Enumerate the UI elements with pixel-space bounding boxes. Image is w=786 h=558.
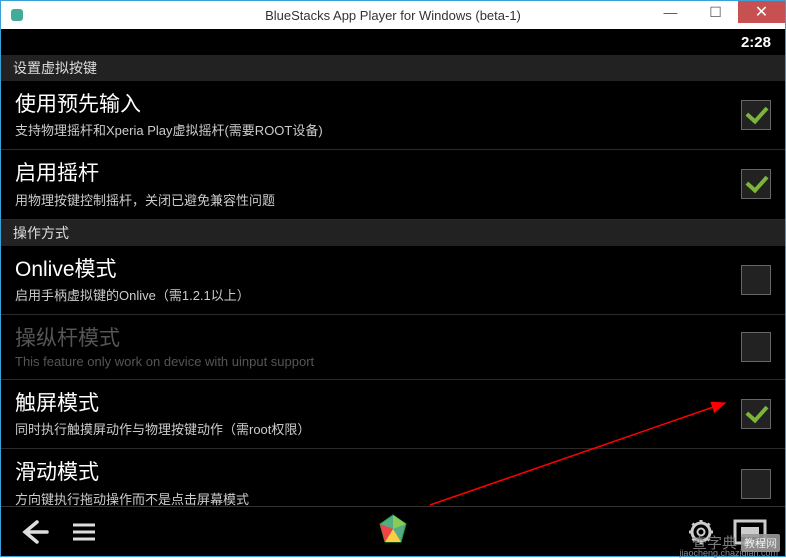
home-icon[interactable] bbox=[376, 512, 410, 551]
setting-onlive-mode[interactable]: Onlive模式 启用手柄虚拟键的Onlive（需1.2.1以上） bbox=[1, 246, 785, 315]
checkbox-priority-input[interactable] bbox=[741, 100, 771, 130]
setting-priority-input[interactable]: 使用预先输入 支持物理摇杆和Xperia Play虚拟摇杆(需要ROOT设备) bbox=[1, 81, 785, 150]
window-title: BlueStacks App Player for Windows (beta-… bbox=[265, 8, 521, 23]
app-icon bbox=[9, 7, 25, 23]
setting-title: Onlive模式 bbox=[15, 256, 741, 283]
setting-joystick-mode: 操纵杆模式 This feature only work on device w… bbox=[1, 315, 785, 380]
setting-desc: 方向键执行拖动操作而不是点击屏幕模式 bbox=[15, 489, 741, 508]
setting-desc: This feature only work on device with ui… bbox=[15, 354, 741, 369]
setting-title: 滑动模式 bbox=[15, 459, 741, 486]
setting-desc: 同时执行触摸屏动作与物理按键动作（需root权限） bbox=[15, 419, 741, 438]
setting-desc: 支持物理摇杆和Xperia Play虚拟摇杆(需要ROOT设备) bbox=[15, 120, 741, 139]
setting-desc: 用物理按键控制摇杆，关闭已避免兼容性问题 bbox=[15, 190, 741, 209]
watermark-text: 查字典 bbox=[692, 532, 737, 553]
checkbox-touch-mode[interactable] bbox=[741, 399, 771, 429]
watermark: 查字典 教程网 bbox=[692, 532, 780, 553]
setting-desc: 启用手柄虚拟键的Onlive（需1.2.1以上） bbox=[15, 285, 741, 304]
checkbox-swipe-mode[interactable] bbox=[741, 469, 771, 499]
window-minimize-button[interactable]: — bbox=[648, 1, 693, 23]
setting-title: 操纵杆模式 bbox=[15, 325, 741, 352]
checkbox-onlive-mode[interactable] bbox=[741, 265, 771, 295]
window-close-button[interactable]: ✕ bbox=[738, 1, 785, 23]
status-bar: 2:28 bbox=[1, 29, 785, 55]
back-icon[interactable] bbox=[19, 518, 49, 546]
window-titlebar: BlueStacks App Player for Windows (beta-… bbox=[1, 1, 785, 29]
watermark-box: 教程网 bbox=[741, 534, 780, 552]
window-maximize-button[interactable]: ☐ bbox=[693, 1, 738, 23]
setting-title: 使用预先输入 bbox=[15, 91, 741, 118]
section-header-operation-mode: 操作方式 bbox=[1, 220, 785, 246]
setting-enable-joystick[interactable]: 启用摇杆 用物理按键控制摇杆，关闭已避免兼容性问题 bbox=[1, 150, 785, 219]
clock: 2:28 bbox=[741, 34, 771, 51]
checkbox-joystick-mode bbox=[741, 332, 771, 362]
setting-title: 触屏模式 bbox=[15, 390, 741, 417]
menu-icon[interactable] bbox=[71, 521, 97, 543]
checkbox-enable-joystick[interactable] bbox=[741, 169, 771, 199]
section-header-virtual-keys: 设置虚拟按键 bbox=[1, 55, 785, 81]
setting-title: 启用摇杆 bbox=[15, 160, 741, 187]
bottom-nav bbox=[1, 506, 785, 556]
setting-touch-mode[interactable]: 触屏模式 同时执行触摸屏动作与物理按键动作（需root权限） bbox=[1, 380, 785, 449]
